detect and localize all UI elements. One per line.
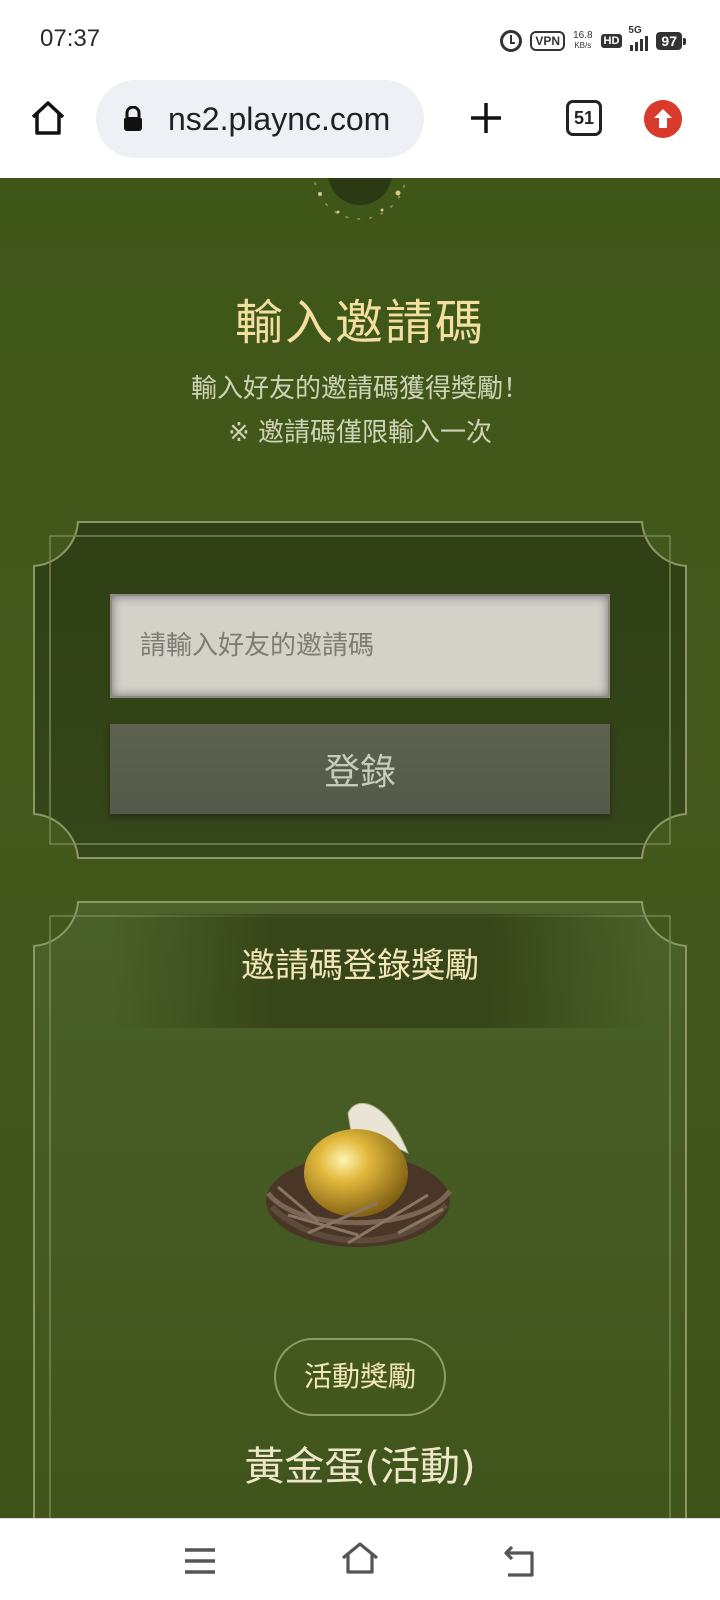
lock-icon (124, 106, 142, 131)
network-speed: 16.8 KB/s (573, 31, 592, 51)
browser-toolbar: ns2.plaync.com 51 (0, 78, 720, 178)
submit-button[interactable]: 登錄 (110, 724, 610, 814)
battery-indicator: 97 (656, 32, 686, 50)
system-nav-bar (0, 1518, 720, 1600)
status-bar: 07:37 VPN 16.8 KB/s HD 5G 97 (0, 0, 720, 78)
alarm-icon (500, 30, 523, 52)
reward-item-name: 黃金蛋(活動) (244, 1444, 476, 1490)
status-time: 07:37 (40, 25, 101, 52)
speed-value: 16.8 (573, 30, 593, 41)
page-content: 輸入邀請碼 輸入好友的邀請碼獲得獎勵！ ※ 邀請碼僅限輸入一次 登錄 邀請碼登錄… (0, 178, 720, 1518)
reward-heading: 邀請碼登錄獎勵 (241, 946, 479, 986)
page-note: ※ 邀請碼僅限輸入一次 (227, 418, 493, 448)
back-icon[interactable] (502, 1543, 538, 1579)
page-subtitle: 輸入好友的邀請碼獲得獎勵！ (190, 374, 529, 404)
plus-icon[interactable] (468, 100, 504, 136)
home-icon[interactable] (28, 98, 68, 138)
status-icons: VPN 16.8 KB/s HD 5G 97 (500, 25, 686, 54)
reward-category-badge: 活動獎勵 (274, 1338, 446, 1416)
step-badge-icon (313, 178, 407, 220)
network-type: 5G (628, 25, 642, 36)
golden-egg-nest-image (266, 1103, 452, 1247)
signal-icon: 5G (628, 25, 649, 51)
vpn-badge: VPN (530, 31, 566, 51)
speed-unit: KB/s (574, 41, 592, 50)
invite-code-input[interactable] (110, 594, 610, 698)
update-icon[interactable] (644, 100, 682, 138)
address-bar[interactable]: ns2.plaync.com (96, 80, 424, 158)
tabs-button[interactable]: 51 (566, 100, 602, 136)
hd-badge: HD (600, 34, 623, 48)
page-title: 輸入邀請碼 (234, 295, 485, 351)
nav-home-icon[interactable] (340, 1539, 380, 1577)
menu-icon[interactable] (182, 1544, 218, 1578)
url-text: ns2.plaync.com (168, 101, 391, 137)
